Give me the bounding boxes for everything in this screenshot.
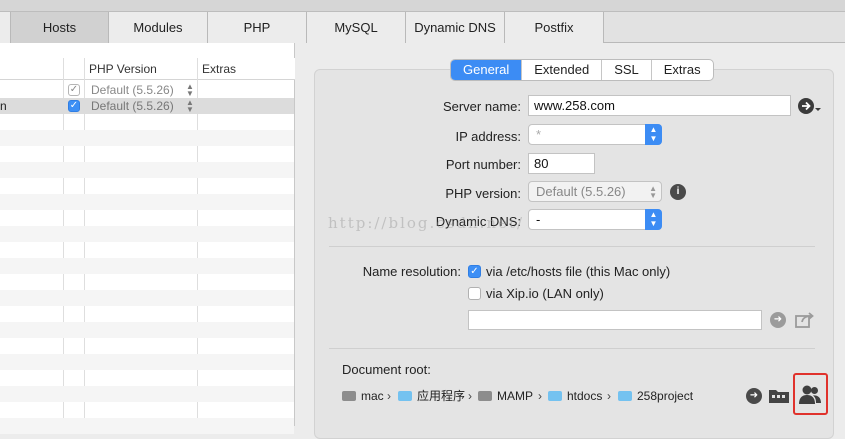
table-row: [0, 290, 294, 306]
ip-address-label: IP address:: [455, 129, 521, 144]
hosts-table: PHP Version Extras ✓ Default (5.5.26) ▲ ▼…: [0, 43, 295, 434]
path-segment-label: MAMP: [497, 389, 533, 403]
path-separator-icon: ›: [387, 389, 391, 403]
php-version-value: Default (5.5.26): [536, 184, 626, 199]
go-arrow-menu-icon[interactable]: [798, 97, 822, 115]
table-row: [0, 418, 294, 434]
row-php-version[interactable]: Default (5.5.26): [91, 98, 174, 114]
xip-io-option-label[interactable]: via Xip.io (LAN only): [486, 286, 604, 301]
tab-php[interactable]: PHP: [208, 12, 307, 43]
tab-partial: [0, 12, 11, 43]
users-icon[interactable]: [798, 384, 822, 406]
tab-mysql[interactable]: MySQL: [307, 12, 406, 43]
path-segment-label: 应用程序: [417, 389, 466, 403]
divider: [329, 246, 815, 247]
document-root-label: Document root:: [342, 362, 431, 377]
path-segment-label: mac: [361, 389, 384, 403]
path-segment-label: htdocs: [567, 389, 603, 403]
stepper-icon: ▲ ▼: [649, 184, 657, 200]
tab-dynamic-dns[interactable]: Dynamic DNS: [406, 12, 505, 43]
tab-general[interactable]: General: [451, 60, 523, 80]
path-segment[interactable]: 258project: [618, 388, 693, 404]
settings-segmented-control: General Extended SSL Extras: [450, 59, 714, 81]
table-row: [0, 258, 294, 274]
folder-icon: [548, 391, 562, 401]
folder-icon: [398, 391, 412, 401]
php-version-label: PHP version:: [445, 186, 521, 201]
ip-address-value: *: [536, 127, 542, 142]
php-version-select[interactable]: Default (5.5.26) ▲ ▼: [528, 181, 662, 202]
table-row: [0, 130, 294, 146]
xip-io-checkbox[interactable]: [468, 287, 481, 300]
arrow-right-icon[interactable]: ➜: [770, 312, 786, 328]
port-number-input[interactable]: 80: [528, 153, 595, 174]
dynamic-dns-select[interactable]: - ▲ ▼: [528, 209, 662, 230]
window-top-strip: [0, 0, 845, 12]
tab-extended[interactable]: Extended: [522, 60, 603, 80]
row-php-version[interactable]: Default (5.5.26): [91, 82, 174, 98]
arrow-right-icon[interactable]: ➜: [746, 388, 762, 404]
path-segment[interactable]: 应用程序: [398, 388, 465, 404]
table-row: [0, 354, 294, 370]
port-number-label: Port number:: [445, 157, 521, 172]
hosts-file-checkbox[interactable]: ✓: [468, 265, 481, 278]
path-segment[interactable]: htdocs: [548, 388, 602, 404]
table-row: [0, 162, 294, 178]
table-row: [0, 226, 294, 242]
path-segment[interactable]: mac: [342, 388, 384, 404]
row-enabled-checkbox[interactable]: ✓: [68, 84, 80, 96]
table-row: [0, 386, 294, 402]
drive-icon: [342, 391, 356, 401]
header-extras[interactable]: Extras: [197, 58, 236, 80]
info-icon[interactable]: i: [670, 184, 686, 200]
table-header: PHP Version Extras: [0, 58, 295, 80]
path-separator-icon: ›: [468, 389, 472, 403]
stepper-icon[interactable]: ▲ ▼: [186, 83, 194, 98]
folder-icon: [478, 391, 492, 401]
server-name-label: Server name:: [442, 99, 521, 114]
share-icon[interactable]: [795, 311, 815, 329]
stepper-icon[interactable]: ▲ ▼: [186, 99, 194, 114]
row-enabled-checkbox[interactable]: ✓: [68, 100, 80, 112]
chevron-updown-icon[interactable]: ▲ ▼: [645, 209, 662, 230]
table-row[interactable]: ✓ Default (5.5.26) ▲ ▼: [0, 82, 294, 98]
ip-address-select[interactable]: * ▲ ▼: [528, 124, 662, 145]
tab-modules[interactable]: Modules: [109, 12, 208, 43]
server-name-input[interactable]: www.258.com: [528, 95, 791, 116]
table-row: [0, 322, 294, 338]
path-segment-label: 258project: [637, 389, 694, 403]
table-row[interactable]: n ✓ Default (5.5.26) ▲ ▼: [0, 98, 294, 114]
path-separator-icon: ›: [538, 389, 542, 403]
tab-hosts[interactable]: Hosts: [11, 12, 109, 43]
chevron-updown-icon[interactable]: ▲ ▼: [645, 124, 662, 145]
divider: [329, 348, 815, 349]
row-host-name: n: [0, 99, 7, 113]
watermark: http://blog.csdn.net/: [328, 214, 525, 232]
tab-postfix[interactable]: Postfix: [505, 12, 604, 43]
table-row: [0, 194, 294, 210]
name-resolution-label: Name resolution:: [362, 264, 461, 279]
header-php-version[interactable]: PHP Version: [84, 58, 157, 80]
folder-browse-icon[interactable]: [768, 386, 790, 404]
dynamic-dns-value: -: [536, 212, 541, 227]
folder-icon: [618, 391, 632, 401]
hosts-file-option-label[interactable]: via /etc/hosts file (this Mac only): [486, 264, 670, 279]
main-tab-bar: Hosts Modules PHP MySQL Dynamic DNS Post…: [0, 12, 845, 43]
path-separator-icon: ›: [607, 389, 611, 403]
path-segment[interactable]: MAMP: [478, 388, 533, 404]
xip-address-field[interactable]: [468, 310, 762, 330]
tab-ssl[interactable]: SSL: [602, 60, 652, 80]
tab-extras[interactable]: Extras: [652, 60, 713, 80]
